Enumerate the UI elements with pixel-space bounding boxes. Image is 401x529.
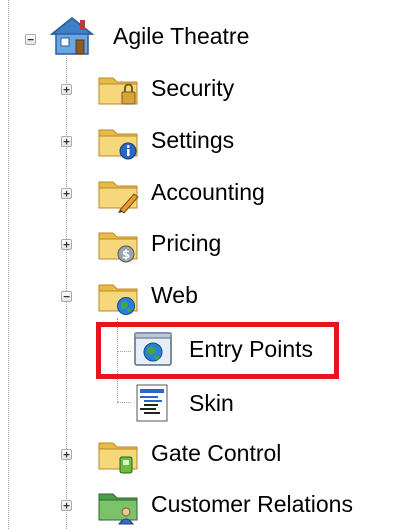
- tree-node-label: Accounting: [151, 179, 265, 205]
- skin-document-icon: [136, 384, 168, 422]
- tree-node-label: Web: [151, 282, 198, 308]
- tree-node-settings[interactable]: Settings: [96, 118, 256, 162]
- tree-node-label: Settings: [151, 127, 235, 153]
- folder-dollar-icon: $: [98, 232, 138, 263]
- folder-device-icon: [98, 442, 138, 474]
- tree-node-skin[interactable]: Skin: [131, 381, 271, 425]
- tree-node-accounting[interactable]: Accounting: [96, 170, 296, 214]
- tree-node-customer-relations[interactable]: Customer Relations: [96, 482, 396, 526]
- navigation-tree: − Agile Theatre + Security + Settings + …: [0, 0, 401, 529]
- tree-node-label: Agile Theatre: [113, 23, 250, 49]
- expand-toggle-security[interactable]: +: [61, 84, 72, 95]
- tree-node-security[interactable]: Security: [96, 66, 256, 110]
- tree-node-pricing[interactable]: $ Pricing: [96, 221, 256, 265]
- expand-toggle-settings[interactable]: +: [61, 136, 72, 147]
- tree-guide-line: [8, 0, 9, 529]
- tree-node-agile-theatre[interactable]: Agile Theatre: [50, 14, 290, 58]
- expand-toggle-gate-control[interactable]: +: [61, 449, 72, 460]
- svg-text:$: $: [122, 248, 130, 262]
- tree-guide-line: [117, 402, 131, 403]
- tree-node-gate-control[interactable]: Gate Control: [96, 431, 316, 475]
- tree-node-label: Gate Control: [151, 440, 282, 466]
- folder-info-icon: [98, 129, 138, 160]
- expand-toggle-accounting[interactable]: +: [61, 188, 72, 199]
- collapse-toggle-web[interactable]: −: [61, 291, 72, 302]
- tree-node-label: Pricing: [151, 230, 222, 256]
- tree-node-label: Skin: [189, 390, 234, 416]
- expand-toggle-pricing[interactable]: +: [61, 239, 72, 250]
- tree-node-label: Customer Relations: [151, 491, 353, 517]
- highlight-annotation: [96, 322, 339, 379]
- tree-node-web[interactable]: Web: [96, 273, 236, 317]
- expand-toggle-customer-relations[interactable]: +: [61, 500, 72, 511]
- folder-people-icon: [98, 493, 138, 525]
- root-collapse-toggle[interactable]: −: [25, 34, 36, 45]
- house-icon: [50, 17, 94, 55]
- folder-lock-icon: [98, 77, 138, 105]
- folder-pen-icon: [98, 181, 139, 214]
- folder-globe-icon: [98, 284, 138, 315]
- tree-node-label: Security: [151, 75, 235, 101]
